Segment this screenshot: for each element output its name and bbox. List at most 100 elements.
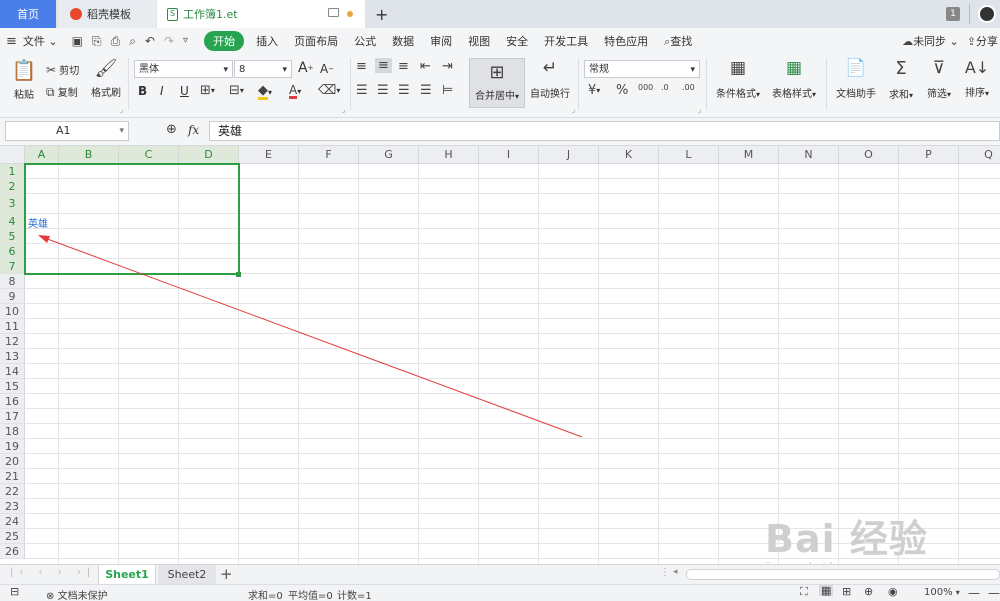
row-header-9[interactable]: 9 bbox=[0, 289, 25, 304]
italic-button[interactable]: I bbox=[160, 84, 164, 98]
thousands-button[interactable]: 000 bbox=[638, 84, 653, 92]
alignment-expand-icon[interactable]: ⌟ bbox=[572, 106, 575, 114]
decrease-font-button[interactable]: A − bbox=[320, 62, 334, 76]
protect-status[interactable]: ⊗ 文档未保护 bbox=[46, 587, 108, 601]
percent-button[interactable]: % bbox=[616, 84, 628, 97]
column-header-o[interactable]: O bbox=[839, 146, 899, 164]
paste-button[interactable]: 📋 粘贴 bbox=[8, 60, 40, 110]
eye-protection-icon[interactable]: ◉ bbox=[888, 586, 898, 597]
share-button[interactable]: ⇪分享 bbox=[963, 33, 1000, 49]
row-header-23[interactable]: 23 bbox=[0, 499, 25, 514]
column-header-q[interactable]: Q bbox=[959, 146, 1000, 164]
distributed-button[interactable]: ⊨ bbox=[442, 84, 453, 97]
conditional-format-button[interactable]: ▦ 条件格式▾ bbox=[712, 60, 764, 110]
fullscreen-icon[interactable]: ⛶ bbox=[800, 586, 808, 597]
sheet-nav-arrows-icon[interactable]: |‹ ‹ › ›| bbox=[10, 567, 96, 578]
tab-template[interactable]: 稻壳模板 bbox=[58, 0, 156, 28]
row-header-13[interactable]: 13 bbox=[0, 349, 25, 364]
menu-formula[interactable]: 公式 bbox=[346, 33, 384, 49]
font-size-select[interactable]: 8 ▾ bbox=[234, 60, 292, 78]
menu-developer[interactable]: 开发工具 bbox=[536, 33, 596, 49]
fill-pattern-button[interactable]: ⊟ ▾ bbox=[229, 84, 244, 97]
align-left-button[interactable]: ☰ bbox=[356, 84, 368, 97]
increase-font-button[interactable]: A + bbox=[298, 60, 313, 76]
table-style-button[interactable]: ▦ 表格样式▾ bbox=[768, 60, 820, 110]
align-right-button[interactable]: ☰ bbox=[398, 84, 410, 97]
cut-button[interactable]: ✂ 剪切 bbox=[46, 62, 79, 78]
column-header-b[interactable]: B bbox=[59, 146, 119, 164]
page-break-view-icon[interactable]: ⊞ bbox=[842, 586, 851, 597]
row-header-1[interactable]: 1 bbox=[0, 164, 25, 179]
cell-text[interactable]: 英雄 bbox=[28, 215, 48, 230]
row-header-15[interactable]: 15 bbox=[0, 379, 25, 394]
sheet-tab-2[interactable]: Sheet2 bbox=[158, 565, 216, 585]
name-box[interactable]: A1 ▾ bbox=[5, 121, 129, 141]
export-icon[interactable]: ⎘ bbox=[92, 35, 102, 47]
indent-decrease-button[interactable]: ⇤ bbox=[420, 60, 431, 73]
row-header-2[interactable]: 2 bbox=[0, 179, 25, 194]
scroll-left-icon[interactable]: ◂ bbox=[673, 567, 678, 577]
column-header-e[interactable]: E bbox=[239, 146, 299, 164]
column-header-a[interactable]: A bbox=[25, 146, 59, 164]
zoom-formula-icon[interactable]: ⊕ bbox=[166, 123, 177, 136]
column-header-f[interactable]: F bbox=[299, 146, 359, 164]
number-format-select[interactable]: 常规 ▾ bbox=[584, 60, 700, 78]
sort-button[interactable]: A↓ 排序▾ bbox=[960, 60, 994, 110]
hamburger-icon[interactable]: ≡ bbox=[6, 35, 17, 48]
increase-decimal-button[interactable]: .0 bbox=[661, 84, 669, 92]
underline-button[interactable]: U bbox=[180, 84, 189, 98]
page-layout-view-icon[interactable]: ⊕ bbox=[864, 586, 873, 597]
redo-icon[interactable]: ↷ bbox=[164, 35, 174, 47]
column-header-h[interactable]: H bbox=[419, 146, 479, 164]
row-header-18[interactable]: 18 bbox=[0, 424, 25, 439]
column-header-n[interactable]: N bbox=[779, 146, 839, 164]
row-header-26[interactable]: 26 bbox=[0, 544, 25, 559]
column-header-l[interactable]: L bbox=[659, 146, 719, 164]
search-command[interactable]: ⌕查找 bbox=[656, 33, 700, 49]
avatar[interactable] bbox=[978, 5, 996, 23]
row-header-7[interactable]: 7 bbox=[0, 259, 25, 274]
align-bottom-button[interactable]: ≡ bbox=[398, 60, 409, 73]
sum-button[interactable]: Σ 求和▾ bbox=[884, 60, 918, 110]
row-header-25[interactable]: 25 bbox=[0, 529, 25, 544]
menu-page-layout[interactable]: 页面布局 bbox=[286, 33, 346, 49]
menu-insert[interactable]: 插入 bbox=[248, 33, 286, 49]
row-header-14[interactable]: 14 bbox=[0, 364, 25, 379]
row-header-17[interactable]: 17 bbox=[0, 409, 25, 424]
row-header-22[interactable]: 22 bbox=[0, 484, 25, 499]
format-painter-button[interactable]: 🖌 格式刷 bbox=[90, 60, 122, 110]
print-icon[interactable]: ⎙ bbox=[111, 35, 121, 47]
selection-range[interactable] bbox=[24, 163, 240, 275]
menu-data[interactable]: 数据 bbox=[384, 33, 422, 49]
column-header-d[interactable]: D bbox=[179, 146, 239, 164]
row-header-24[interactable]: 24 bbox=[0, 514, 25, 529]
sync-status[interactable]: ☁未同步 ⌄ bbox=[894, 33, 963, 49]
number-expand-icon[interactable]: ⌟ bbox=[698, 106, 701, 114]
fx-icon[interactable]: fx bbox=[188, 123, 199, 137]
align-center-button[interactable]: ☰ bbox=[377, 84, 389, 97]
sheet-tab-1[interactable]: Sheet1 bbox=[98, 565, 156, 585]
zoom-slider[interactable]: — bbox=[988, 586, 1000, 600]
zoom-out-button[interactable]: — bbox=[968, 586, 980, 600]
row-header-21[interactable]: 21 bbox=[0, 469, 25, 484]
window-count-badge[interactable]: 1 bbox=[946, 7, 960, 21]
font-color-button[interactable]: A ▾ bbox=[289, 84, 301, 99]
column-header-m[interactable]: M bbox=[719, 146, 779, 164]
row-header-8[interactable]: 8 bbox=[0, 274, 25, 289]
formula-input[interactable]: 英雄 bbox=[209, 121, 1000, 141]
save-icon[interactable]: ▣ bbox=[72, 35, 83, 47]
border-button[interactable]: ⊞ ▾ bbox=[200, 84, 215, 97]
clear-button[interactable]: ⌫ ▾ bbox=[318, 84, 340, 97]
normal-view-icon[interactable]: ▦ bbox=[819, 585, 834, 596]
font-name-select[interactable]: 黑体 ▾ bbox=[134, 60, 233, 78]
row-header-10[interactable]: 10 bbox=[0, 304, 25, 319]
tab-home[interactable]: 首页 bbox=[0, 0, 56, 28]
menu-security[interactable]: 安全 bbox=[498, 33, 536, 49]
wrap-text-button[interactable]: ↵ 自动换行 bbox=[529, 60, 571, 110]
bold-button[interactable]: B bbox=[138, 84, 147, 98]
menu-file[interactable]: 文件 ⌄ bbox=[21, 33, 66, 49]
hscroll-split-icon[interactable]: ⋮ bbox=[660, 567, 670, 578]
menu-start[interactable]: 开始 bbox=[204, 31, 245, 51]
align-top-button[interactable]: ≡ bbox=[356, 60, 367, 73]
row-header-20[interactable]: 20 bbox=[0, 454, 25, 469]
